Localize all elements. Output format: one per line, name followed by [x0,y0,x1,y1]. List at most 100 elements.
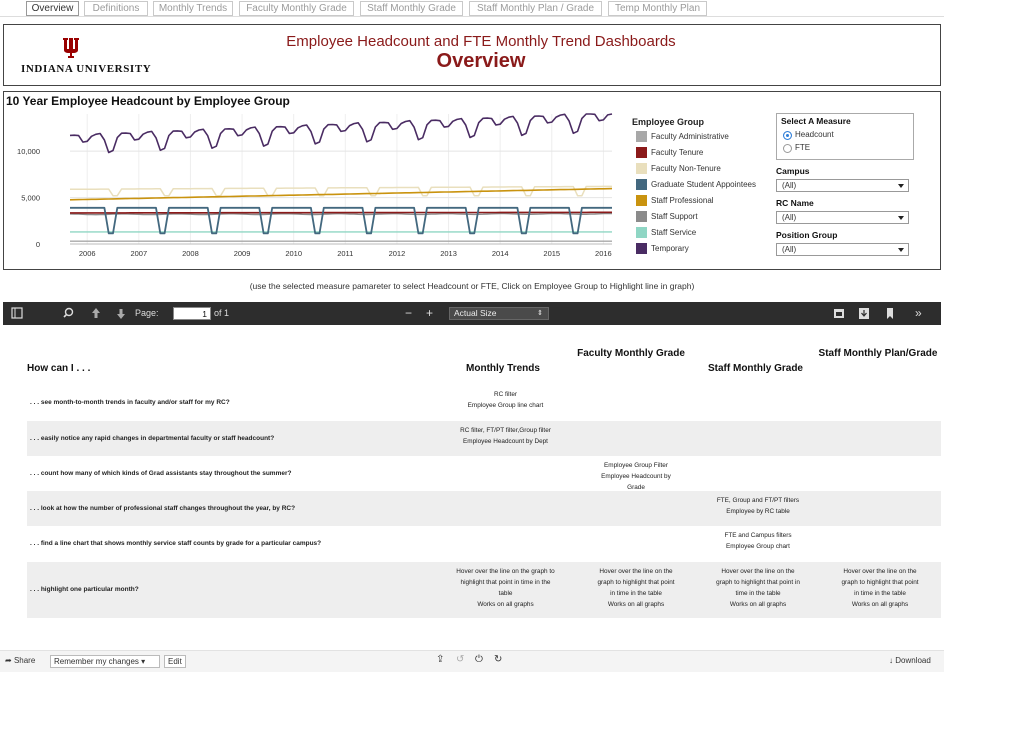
column-header-staff-monthly-plan-grade: Staff Monthly Plan/Grade [818,348,938,359]
howto-question-header: How can I . . . [27,363,91,374]
download-button[interactable]: ↓ Download [886,655,934,668]
legend-label: Staff Service [651,228,697,237]
bookmark-icon[interactable] [885,302,895,325]
refresh-icon[interactable]: ↻ [491,654,505,667]
y-tick-label: 5,000 [21,194,40,203]
howto-cell: FTE and Campus filters Employee Group ch… [724,532,792,550]
howto-question: . . . see month-to-month trends in facul… [30,399,230,406]
measure-option-headcount[interactable]: Headcount [781,129,909,142]
undo-icon[interactable]: ↺ [453,654,467,667]
previous-page-icon[interactable] [91,302,101,325]
more-tools-icon[interactable]: » [915,302,922,325]
howto-question: . . . count how many of which kinds of G… [30,470,292,477]
page-count: of 1 [214,308,230,318]
open-folder-icon[interactable] [833,302,845,325]
pdf-toolbar: Page: 1 of 1 − + Actual Size ⇕ » [3,302,941,325]
footer-toolbar: ➦ Share Remember my changes ▾ Edit ⇪ ↺ ⏻… [0,650,944,672]
legend-item-graduate-student-appointees[interactable]: Graduate Student Appointees [632,179,772,195]
series-line-temporary[interactable] [69,113,613,154]
zoom-out-button[interactable]: − [405,302,412,325]
remember-my-changes-button[interactable]: Remember my changes ▾ [50,655,160,668]
series-line-faculty-tenure[interactable] [70,211,612,214]
legend-item-staff-service[interactable]: Staff Service [632,227,772,243]
legend-item-temporary[interactable]: Temporary [632,243,772,259]
column-header-staff-monthly-grade: Staff Monthly Grade [707,363,803,374]
save-document-icon[interactable] [858,302,870,325]
pdf-document-view: How can I . . . Monthly Trends Faculty M… [3,325,941,618]
next-page-icon[interactable] [116,302,126,325]
howto-row: . . . highlight one particular month? Hov… [27,562,941,618]
howto-cell: Hover over the line on the graph to high… [597,568,675,608]
rc-name-title: RC Name [776,198,814,208]
edit-button[interactable]: Edit [164,655,186,668]
chevron-down-icon [898,248,904,252]
legend-title: Employee Group [632,117,705,127]
legend-label: Graduate Student Appointees [651,180,756,189]
legend-swatch [636,195,647,206]
dashboard-title: Employee Headcount and FTE Monthly Trend… [286,33,676,50]
radio-fte-icon[interactable] [783,144,792,153]
chevron-down-icon [898,216,904,220]
howto-row: . . . look at how the number of professi… [27,491,941,526]
tab-definitions[interactable]: Definitions [84,1,148,16]
tab-staff-monthly-grade[interactable]: Staff Monthly Grade [360,1,463,16]
search-icon[interactable] [63,302,75,325]
howto-cell: Hover over the line on the graph to high… [716,568,800,608]
legend-label: Staff Professional [651,196,714,205]
series-line-staff-support[interactable] [69,212,613,216]
howto-cell: Employee Group Filter Employee Headcount… [601,462,671,491]
dashboard-subtitle: Overview [436,50,526,72]
legend-label: Faculty Tenure [651,148,704,157]
sidebar-toggle-icon[interactable] [11,302,23,325]
zoom-select[interactable]: Actual Size ⇕ [449,307,549,320]
x-tick-label: 2008 [182,249,199,258]
rc-name-select[interactable]: (All) [776,211,909,224]
zoom-in-button[interactable]: + [426,302,433,325]
howto-cell: Hover over the line on the graph to high… [841,568,919,608]
employee-group-legend: Employee Group Faculty Administrative Fac… [632,117,772,259]
page-number-input[interactable]: 1 [173,307,211,320]
pause-updates-icon[interactable]: ⏻ [472,654,486,667]
share-arrow-icon: ➦ [5,656,12,665]
legend-item-staff-professional[interactable]: Staff Professional [632,195,772,211]
tab-faculty-monthly-grade[interactable]: Faculty Monthly Grade [239,1,354,16]
howto-cell: RC filter Employee Group line chart [467,391,544,409]
howto-row: . . . count how many of which kinds of G… [27,456,941,491]
x-tick-label: 2007 [130,249,147,258]
legend-label: Staff Support [651,212,698,221]
campus-select[interactable]: (All) [776,179,909,192]
measure-title: Select A Measure [781,116,851,126]
tab-monthly-trends[interactable]: Monthly Trends [153,1,233,16]
legend-item-faculty-tenure[interactable]: Faculty Tenure [632,147,772,163]
howto-question: . . . highlight one particular month? [30,586,139,593]
dashboard-header: INDIANA UNIVERSITY Employee Headcount an… [3,24,941,86]
measure-option-fte[interactable]: FTE [781,142,909,155]
radio-headcount-icon[interactable] [783,131,792,140]
legend-item-faculty-administrative[interactable]: Faculty Administrative [632,131,772,147]
tab-overview[interactable]: Overview [26,1,79,16]
x-tick-label: 2006 [79,249,96,258]
chart-caption: (use the selected measure pamareter to s… [249,281,695,291]
filter-controls: Select A Measure Headcount FTE Campus (A… [776,113,916,256]
column-header-faculty-monthly-grade: Faculty Monthly Grade [577,348,685,359]
howto-question: . . . find a line chart that shows month… [30,540,322,547]
tab-bar: Overview Definitions Monthly Trends Facu… [0,0,1024,17]
x-tick-label: 2013 [440,249,457,258]
share-button[interactable]: ➦ Share [2,655,38,668]
position-group-select[interactable]: (All) [776,243,909,256]
howto-question: . . . look at how the number of professi… [30,505,296,512]
y-tick-label: 0 [36,240,40,249]
howto-cell: Hover over the line on the graph to high… [456,568,555,608]
legend-swatch [636,163,647,174]
tab-staff-monthly-plan-grade[interactable]: Staff Monthly Plan / Grade [469,1,602,16]
legend-label: Faculty Non-Tenure [651,164,721,173]
x-tick-label: 2016 [595,249,612,258]
revert-all-icon[interactable]: ⇪ [433,654,447,667]
legend-item-faculty-non-tenure[interactable]: Faculty Non-Tenure [632,163,772,179]
campus-title: Campus [776,166,810,176]
tab-temp-monthly-plan[interactable]: Temp Monthly Plan [608,1,707,16]
legend-item-staff-support[interactable]: Staff Support [632,211,772,227]
x-tick-label: 2009 [234,249,251,258]
x-tick-label: 2011 [337,249,353,258]
x-tick-label: 2012 [389,249,406,258]
